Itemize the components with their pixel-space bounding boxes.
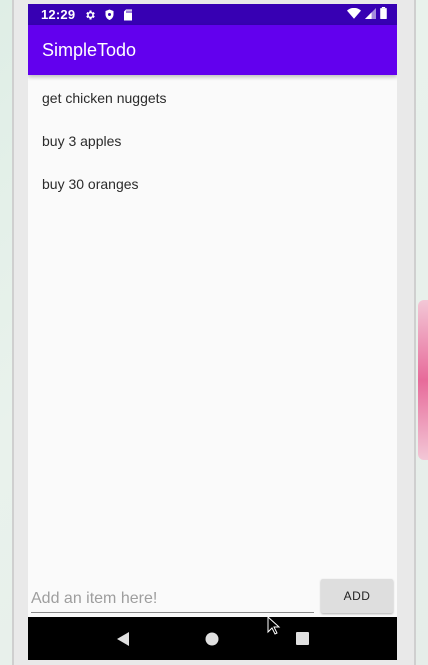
status-time: 12:29 bbox=[41, 7, 76, 22]
shield-icon bbox=[102, 8, 116, 22]
add-item-input[interactable] bbox=[31, 586, 314, 613]
status-right-icons bbox=[347, 7, 387, 22]
add-item-area: ADD bbox=[28, 578, 397, 618]
recents-icon[interactable] bbox=[290, 627, 314, 651]
mouse-cursor-icon bbox=[267, 616, 281, 635]
todo-item[interactable]: get chicken nuggets bbox=[28, 76, 397, 119]
device-screen: 12:29 SimpleTodo get chicken nuggets buy… bbox=[28, 4, 397, 660]
background-decoration bbox=[418, 300, 428, 460]
todo-list: get chicken nuggets buy 3 apples buy 30 … bbox=[28, 76, 397, 205]
home-icon[interactable] bbox=[200, 627, 224, 651]
todo-item[interactable]: buy 3 apples bbox=[28, 119, 397, 162]
app-title: SimpleTodo bbox=[42, 39, 137, 60]
navigation-bar bbox=[28, 617, 397, 660]
signal-icon bbox=[365, 7, 376, 22]
gear-icon bbox=[83, 8, 97, 22]
back-icon[interactable] bbox=[111, 627, 135, 651]
battery-icon bbox=[380, 7, 387, 22]
app-bar: SimpleTodo bbox=[28, 25, 397, 75]
add-button[interactable]: ADD bbox=[321, 579, 393, 613]
status-bar: 12:29 bbox=[28, 4, 397, 25]
todo-item[interactable]: buy 30 oranges bbox=[28, 162, 397, 205]
sd-card-icon bbox=[121, 8, 135, 22]
wifi-icon bbox=[347, 7, 361, 22]
